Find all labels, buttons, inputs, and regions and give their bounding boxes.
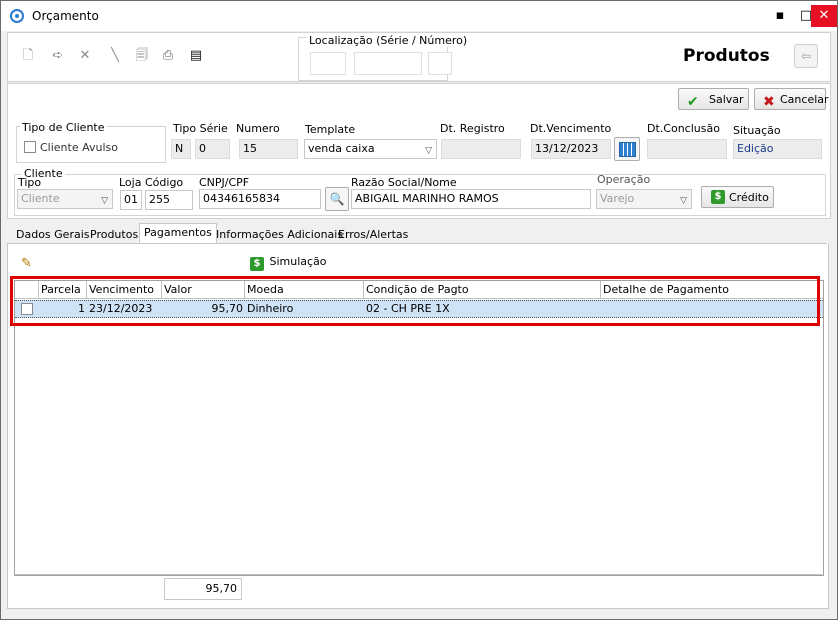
- tipo-value: Cliente: [21, 192, 60, 205]
- tab-produtos[interactable]: Produtos: [86, 226, 142, 243]
- template-label: Template: [305, 123, 356, 136]
- chevron-down-icon: ▽: [101, 196, 108, 206]
- add-payment-icon[interactable]: ✎: [21, 256, 32, 271]
- save-label: Salvar: [709, 93, 744, 106]
- print-icon[interactable]: ⎙: [160, 48, 176, 64]
- highlight-frame: [10, 276, 820, 326]
- numero-label: Numero: [236, 122, 280, 135]
- template-value: venda caixa: [308, 142, 375, 155]
- money-icon: $: [711, 190, 725, 204]
- tipo-serie-label: Tipo Série: [173, 122, 228, 135]
- x-icon: ✖: [763, 94, 775, 110]
- check-icon: ✔: [687, 94, 699, 110]
- dt-registro-label: Dt. Registro: [440, 122, 505, 135]
- exit-icon[interactable]: ⇦: [794, 44, 818, 68]
- new-doc-icon[interactable]: 🗋: [20, 48, 36, 64]
- simulacao-label: Simulação: [269, 255, 327, 268]
- razao-social-field[interactable]: ABIGAIL MARINHO RAMOS: [351, 189, 591, 209]
- delete-icon[interactable]: ✕: [77, 48, 93, 64]
- tipo-cliente-label: Tipo de Cliente: [20, 121, 107, 134]
- cliente-avulso-label: Cliente Avulso: [40, 141, 118, 154]
- tab-erros-alertas[interactable]: Erros/Alertas: [334, 226, 412, 243]
- tab-pagamentos[interactable]: Pagamentos: [139, 223, 217, 244]
- window-title: Orçamento: [32, 9, 99, 23]
- minimize-button[interactable]: ▪: [767, 5, 793, 27]
- close-button[interactable]: ✕: [811, 5, 837, 27]
- credito-label: Crédito: [729, 191, 769, 204]
- dt-conclusao-label: Dt.Conclusão: [647, 122, 720, 135]
- situacao-label: Situação: [733, 124, 781, 137]
- cancel-button[interactable]: ✖ Cancelar: [754, 88, 829, 110]
- grid-footer-divider: [14, 574, 822, 575]
- cliente-avulso-checkbox[interactable]: [24, 141, 36, 153]
- copy-icon[interactable]: ▤: [188, 48, 204, 64]
- tab-dados-gerais[interactable]: Dados Gerais: [12, 226, 94, 243]
- operacao-select: Varejo ▽: [596, 189, 692, 209]
- credito-button[interactable]: $ Crédito: [701, 186, 774, 208]
- tipo-select: Cliente ▽: [17, 189, 113, 209]
- app-icon: [10, 9, 24, 23]
- total-valor-field: 95,70: [164, 578, 242, 600]
- serie-field[interactable]: 0: [195, 139, 230, 159]
- edit-icon[interactable]: ➪: [50, 48, 66, 64]
- search-icon[interactable]: 🔍: [325, 187, 349, 211]
- operacao-label: Operação: [597, 173, 651, 186]
- simulacao-button[interactable]: $ Simulação: [250, 255, 327, 272]
- title-bar: Orçamento ▪ □ ✕: [1, 1, 837, 31]
- dt-conclusao-field[interactable]: [647, 139, 727, 159]
- save-button[interactable]: ✔ Salvar: [678, 88, 749, 110]
- chevron-down-icon: ▽: [680, 196, 687, 206]
- razao-social-label: Razão Social/Nome: [351, 176, 457, 189]
- cnpj-label: CNPJ/CPF: [199, 176, 250, 189]
- codigo-field[interactable]: 255: [145, 190, 193, 210]
- calendar-icon: [619, 142, 636, 157]
- money-icon: $: [250, 257, 264, 271]
- operacao-value: Varejo: [600, 192, 635, 205]
- tab-informacoes-adicionais[interactable]: Informações Adicionais: [212, 226, 347, 243]
- localizacao-tipo-field[interactable]: [310, 52, 346, 75]
- loja-field[interactable]: 01: [120, 190, 142, 210]
- dt-registro-field[interactable]: [441, 139, 521, 159]
- tipo-serie-field[interactable]: N: [171, 139, 191, 159]
- localizacao-label: Localização (Série / Número): [306, 34, 471, 47]
- calendar-button[interactable]: [614, 137, 640, 161]
- cnpj-field[interactable]: 04346165834: [199, 189, 321, 209]
- dt-vencimento-label: Dt.Vencimento: [530, 122, 612, 135]
- template-select[interactable]: venda caixa ▽: [304, 139, 437, 159]
- situacao-field: Edição: [733, 139, 822, 159]
- tipo-label: Tipo: [18, 176, 42, 189]
- chevron-down-icon: ▽: [425, 146, 432, 156]
- cancel-label: Cancelar: [780, 93, 829, 106]
- numero-field[interactable]: 15: [239, 139, 298, 159]
- localizacao-numero-field[interactable]: [428, 52, 452, 75]
- pencil-icon[interactable]: ╲: [107, 48, 123, 64]
- section-title: Produtos: [683, 46, 770, 66]
- localizacao-serie-field[interactable]: [354, 52, 422, 75]
- codigo-label: Código: [145, 176, 184, 189]
- preview-icon[interactable]: 🗐: [134, 48, 150, 64]
- dt-vencimento-field[interactable]: 13/12/2023: [531, 139, 611, 159]
- loja-label: Loja: [119, 176, 142, 189]
